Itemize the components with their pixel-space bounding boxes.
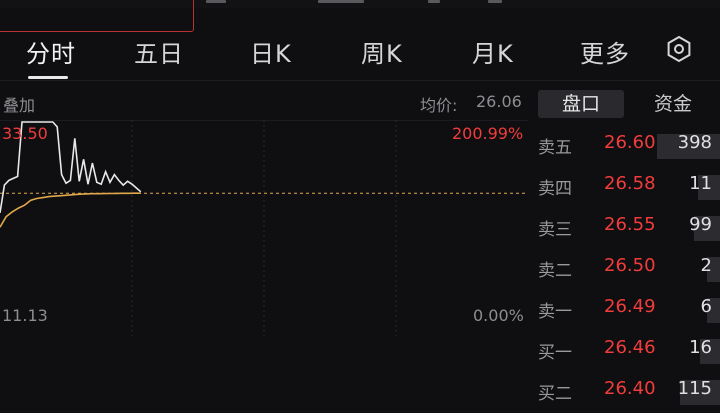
order-price: 26.46 — [604, 337, 656, 358]
order-book-row[interactable]: 卖四 26.58 11 — [536, 167, 720, 208]
axis-min-price: 11.13 — [2, 306, 48, 325]
order-price: 26.55 — [604, 214, 656, 235]
active-tab-indicator — [28, 76, 68, 79]
axis-min-percent: 0.00% — [473, 306, 524, 325]
order-book-row[interactable]: 卖五 26.60 398 — [536, 126, 720, 167]
tab-order-book[interactable]: 盘口 — [538, 90, 624, 118]
order-price: 26.49 — [604, 296, 656, 317]
settings-icon[interactable] — [664, 34, 694, 64]
order-book-row[interactable]: 卖三 26.55 99 — [536, 208, 720, 249]
avg-price-series — [0, 192, 141, 228]
order-price: 26.60 — [604, 132, 656, 153]
tab-monthly-k[interactable]: 月K — [472, 34, 514, 69]
period-tab-bar: 分时 五日 日K 周K 月K 更多 — [0, 28, 720, 80]
order-price: 26.50 — [604, 255, 656, 276]
tab-weekly-k[interactable]: 周K — [361, 34, 403, 69]
tab-daily-k[interactable]: 日K — [250, 34, 292, 69]
order-level-label: 卖二 — [538, 261, 572, 281]
order-volume: 16 — [689, 337, 712, 358]
tab-divider — [0, 80, 720, 81]
avg-price-label: 均价: — [420, 96, 458, 115]
intraday-chart[interactable] — [0, 120, 528, 336]
order-level-label: 卖三 — [538, 220, 572, 240]
order-volume: 398 — [677, 132, 712, 153]
order-level-label: 卖五 — [538, 138, 572, 158]
order-volume: 11 — [689, 173, 712, 194]
order-book-row[interactable]: 买一 26.46 16 — [536, 331, 720, 372]
overlay-button[interactable]: 叠加 — [3, 92, 35, 116]
top-decoration — [488, 0, 502, 3]
top-decoration — [206, 0, 226, 3]
tab-capital-flow[interactable]: 资金 — [630, 90, 716, 118]
tab-five-day[interactable]: 五日 — [134, 34, 184, 69]
order-level-label: 买一 — [538, 343, 572, 363]
top-decoration — [318, 0, 364, 3]
top-decoration — [428, 0, 440, 3]
panel-tabs: 盘口 资金 — [538, 90, 714, 120]
order-book-row[interactable]: 卖一 26.49 6 — [536, 290, 720, 331]
axis-max-price: 33.50 — [2, 124, 48, 143]
order-book: 卖五 26.60 398 卖四 26.58 11 卖三 26.55 99 卖二 26.50 2 卖一 26… — [536, 126, 720, 413]
avg-price-value: 26.06 — [476, 92, 522, 111]
order-price: 26.40 — [604, 378, 656, 399]
axis-max-percent: 200.99% — [452, 124, 524, 143]
order-volume: 99 — [689, 214, 712, 235]
tab-intraday[interactable]: 分时 — [26, 34, 76, 69]
tab-more[interactable]: 更多 — [580, 34, 630, 69]
order-book-row[interactable]: 买二 26.40 115 — [536, 372, 720, 413]
order-book-row[interactable]: 卖二 26.50 2 — [536, 249, 720, 290]
order-volume: 6 — [700, 296, 712, 317]
order-level-label: 买二 — [538, 384, 572, 404]
order-level-label: 卖四 — [538, 179, 572, 199]
order-price: 26.58 — [604, 173, 656, 194]
order-level-label: 卖一 — [538, 302, 572, 322]
order-volume: 2 — [700, 255, 712, 276]
order-volume: 115 — [677, 378, 712, 399]
